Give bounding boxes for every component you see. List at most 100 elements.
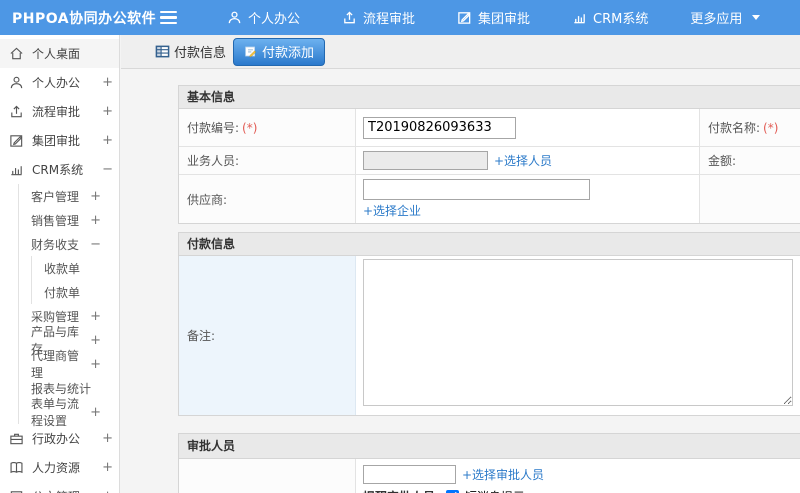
payment-name-label: 付款名称: (*) <box>700 109 800 146</box>
expand-plus-icon[interactable]: + <box>90 405 101 420</box>
sidebar-item-sales-mgmt[interactable]: 销售管理 + <box>19 208 119 232</box>
sidebar-item-payment-form[interactable]: 付款单 <box>32 280 119 304</box>
topnav-label: 集团审批 <box>478 12 531 27</box>
empty-label-cell <box>700 175 800 223</box>
caret-down-icon <box>752 15 761 20</box>
form-row-remark: 备注: <box>179 256 800 415</box>
topnav-label: 更多应用 <box>690 12 743 27</box>
expand-plus-icon[interactable]: + <box>90 213 101 228</box>
hamburger-menu-icon[interactable] <box>160 10 206 25</box>
sidebar-item-receipt-form[interactable]: 收款单 <box>32 256 119 280</box>
choose-person-link[interactable]: +选择人员 <box>494 152 552 169</box>
sidebar-item-document-mgmt[interactable]: 公文管理 + <box>0 482 119 493</box>
remark-cell <box>356 256 800 415</box>
tab-bar: 付款信息 付款添加 <box>121 35 800 69</box>
topnav-personal-office[interactable]: 个人办公 <box>206 0 321 35</box>
set-approver-label: 设置审批人员: (*) <box>179 459 356 493</box>
payment-no-input[interactable] <box>363 116 516 139</box>
required-marker: (*) <box>242 120 258 135</box>
finance-submenu: 收款单 付款单 <box>31 256 119 304</box>
form-row-payment-no: 付款编号: (*) 付款名称: (*) <box>179 109 800 147</box>
staff-input <box>363 151 488 170</box>
topnav-label: CRM系统 <box>593 12 649 27</box>
sidebar-item-agent-mgmt[interactable]: 代理商管理 + <box>19 349 119 380</box>
sidebar-item-crm[interactable]: CRM系统 − <box>0 155 119 184</box>
collapse-minus-icon[interactable]: − <box>90 237 101 252</box>
upload-icon <box>344 11 355 24</box>
topnav-crm[interactable]: CRM系统 <box>551 0 669 35</box>
approver-input[interactable] <box>363 465 456 484</box>
expand-plus-icon[interactable]: + <box>102 431 113 446</box>
sidebar-item-form-flow-settings[interactable]: 表单与流程设置 + <box>19 397 119 428</box>
topnav-more-apps[interactable]: 更多应用 <box>669 0 781 35</box>
expand-plus-icon[interactable]: + <box>90 357 101 372</box>
chart-icon <box>574 14 585 24</box>
sidebar-item-label: 集团审批 <box>32 134 81 148</box>
tab-payment-add[interactable]: 付款添加 <box>233 37 326 66</box>
sidebar-item-label: 代理商管理 <box>31 349 80 380</box>
expand-plus-icon[interactable]: + <box>102 133 113 148</box>
topnav-label: 个人办公 <box>248 12 301 27</box>
amount-label: 金额: <box>700 147 800 174</box>
payment-add-form: 基本信息 付款编号: (*) 付款名称: (*) <box>178 85 800 493</box>
sidebar-item-label: 付款单 <box>44 285 81 300</box>
sms-remind-label: 短消息提示 <box>465 488 525 493</box>
tab-label: 付款添加 <box>262 45 315 61</box>
expand-plus-icon[interactable]: + <box>90 333 101 348</box>
sidebar-item-label: 客户管理 <box>31 189 80 204</box>
person-icon <box>228 11 241 24</box>
sidebar-item-group-approval[interactable]: 集团审批 + <box>0 126 119 155</box>
top-navigation: 个人办公 流程审批 集团审批 CRM系统 更多应用 <box>206 0 781 35</box>
section-basic-info: 基本信息 付款编号: (*) 付款名称: (*) <box>178 85 800 224</box>
choose-company-link[interactable]: +选择企业 <box>363 202 699 219</box>
staff-cell: +选择人员 <box>356 147 700 174</box>
section-title: 基本信息 <box>179 86 800 109</box>
staff-label: 业务人员: <box>179 147 356 174</box>
supplier-label: 供应商: <box>179 175 356 223</box>
remind-approver-label: 提醒审批人员: <box>363 488 440 493</box>
expand-plus-icon[interactable]: + <box>102 489 113 493</box>
sidebar-item-label: 销售管理 <box>31 213 80 228</box>
topnav-group-approval[interactable]: 集团审批 <box>436 0 551 35</box>
expand-plus-icon[interactable]: + <box>90 189 101 204</box>
sidebar-item-hr[interactable]: 人力资源 + <box>0 453 119 482</box>
topnav-workflow-approval[interactable]: 流程审批 <box>321 0 436 35</box>
sidebar-item-label: 采购管理 <box>31 309 80 324</box>
expand-plus-icon[interactable]: + <box>102 104 113 119</box>
form-row-supplier: 供应商: +选择企业 <box>179 175 800 223</box>
sidebar-item-finance[interactable]: 财务收支 − <box>19 232 119 256</box>
expand-plus-icon[interactable]: + <box>102 75 113 90</box>
home-icon <box>10 47 23 60</box>
crm-submenu: 客户管理 + 销售管理 + 财务收支 − 收款单 付款单 采购管理 + 产品与库… <box>18 184 119 428</box>
tab-payment-info[interactable]: 付款信息 <box>155 42 226 61</box>
app-logo: PHPOA协同办公软件 <box>12 10 157 27</box>
sidebar-item-label: 财务收支 <box>31 237 80 252</box>
top-bar: PHPOA协同办公软件 个人办公 流程审批 集团审批 CRM系统 更多应用 <box>0 0 800 35</box>
expand-plus-icon[interactable]: + <box>102 460 113 475</box>
briefcase-icon <box>10 433 23 445</box>
choose-approver-link[interactable]: +选择审批人员 <box>462 466 544 483</box>
collapse-minus-icon[interactable]: − <box>102 162 113 177</box>
upload-icon <box>11 105 22 118</box>
supplier-input[interactable] <box>363 179 590 200</box>
sidebar-item-label: 个人办公 <box>32 76 81 90</box>
sidebar-item-workflow-approval[interactable]: 流程审批 + <box>0 97 119 126</box>
section-title: 付款信息 <box>179 233 800 256</box>
section-payment-info: 付款信息 备注: <box>178 232 800 416</box>
table-icon <box>155 45 170 58</box>
remark-textarea[interactable] <box>363 259 793 406</box>
expand-plus-icon[interactable]: + <box>90 309 101 324</box>
sidebar-item-personal-office[interactable]: 个人办公 + <box>0 68 119 97</box>
supplier-cell: +选择企业 <box>356 175 700 223</box>
required-marker: (*) <box>763 120 779 135</box>
payment-no-cell <box>356 109 700 146</box>
main-area: 付款信息 付款添加 基本信息 付款编号: (*) T20190826093633… <box>121 35 800 493</box>
tab-label: 付款信息 <box>174 46 227 61</box>
sidebar-item-personal-desktop[interactable]: 个人桌面 <box>0 39 119 68</box>
sidebar-item-label: CRM系统 <box>32 163 84 177</box>
form-edit-icon <box>245 46 256 57</box>
sidebar-item-customer-mgmt[interactable]: 客户管理 + <box>19 184 119 208</box>
sidebar-item-label: 流程审批 <box>32 105 81 119</box>
edit-icon <box>10 135 23 147</box>
topnav-label: 流程审批 <box>363 12 416 27</box>
